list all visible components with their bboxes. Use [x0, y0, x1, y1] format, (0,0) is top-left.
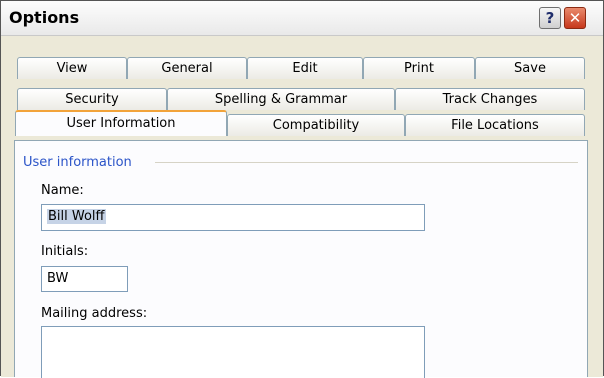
- dialog-title: Options: [9, 8, 80, 27]
- tab-general[interactable]: General: [127, 57, 247, 79]
- question-icon: ?: [545, 9, 555, 27]
- tab-spelling-grammar[interactable]: Spelling & Grammar: [167, 88, 395, 110]
- mailing-address-label: Mailing address:: [41, 306, 148, 321]
- name-field[interactable]: Bill Wolff: [41, 204, 425, 231]
- title-bar: Options ? ✕: [1, 1, 603, 36]
- tab-compatibility[interactable]: Compatibility: [227, 114, 405, 136]
- options-dialog: Options ? ✕ View General Edit Print Save…: [0, 0, 604, 378]
- tab-track-changes[interactable]: Track Changes: [395, 88, 585, 110]
- name-field-value: Bill Wolff: [47, 209, 106, 224]
- tab-print[interactable]: Print: [363, 57, 475, 79]
- name-label: Name:: [41, 183, 84, 198]
- tab-edit[interactable]: Edit: [247, 57, 363, 79]
- initials-field[interactable]: BW: [41, 266, 128, 292]
- initials-label: Initials:: [41, 244, 89, 259]
- tab-user-information[interactable]: User Information: [15, 110, 227, 136]
- tab-file-locations[interactable]: File Locations: [405, 114, 585, 136]
- user-information-panel: User information Name: Bill Wolff Initia…: [14, 140, 588, 378]
- mailing-address-field[interactable]: [41, 326, 425, 378]
- group-divider: [155, 162, 578, 163]
- tab-security[interactable]: Security: [17, 88, 167, 110]
- group-label-user-information: User information: [23, 155, 138, 170]
- close-button[interactable]: ✕: [564, 7, 586, 29]
- help-button[interactable]: ?: [539, 7, 561, 29]
- tab-view[interactable]: View: [17, 57, 127, 79]
- close-icon: ✕: [568, 9, 582, 27]
- tab-save[interactable]: Save: [475, 57, 585, 79]
